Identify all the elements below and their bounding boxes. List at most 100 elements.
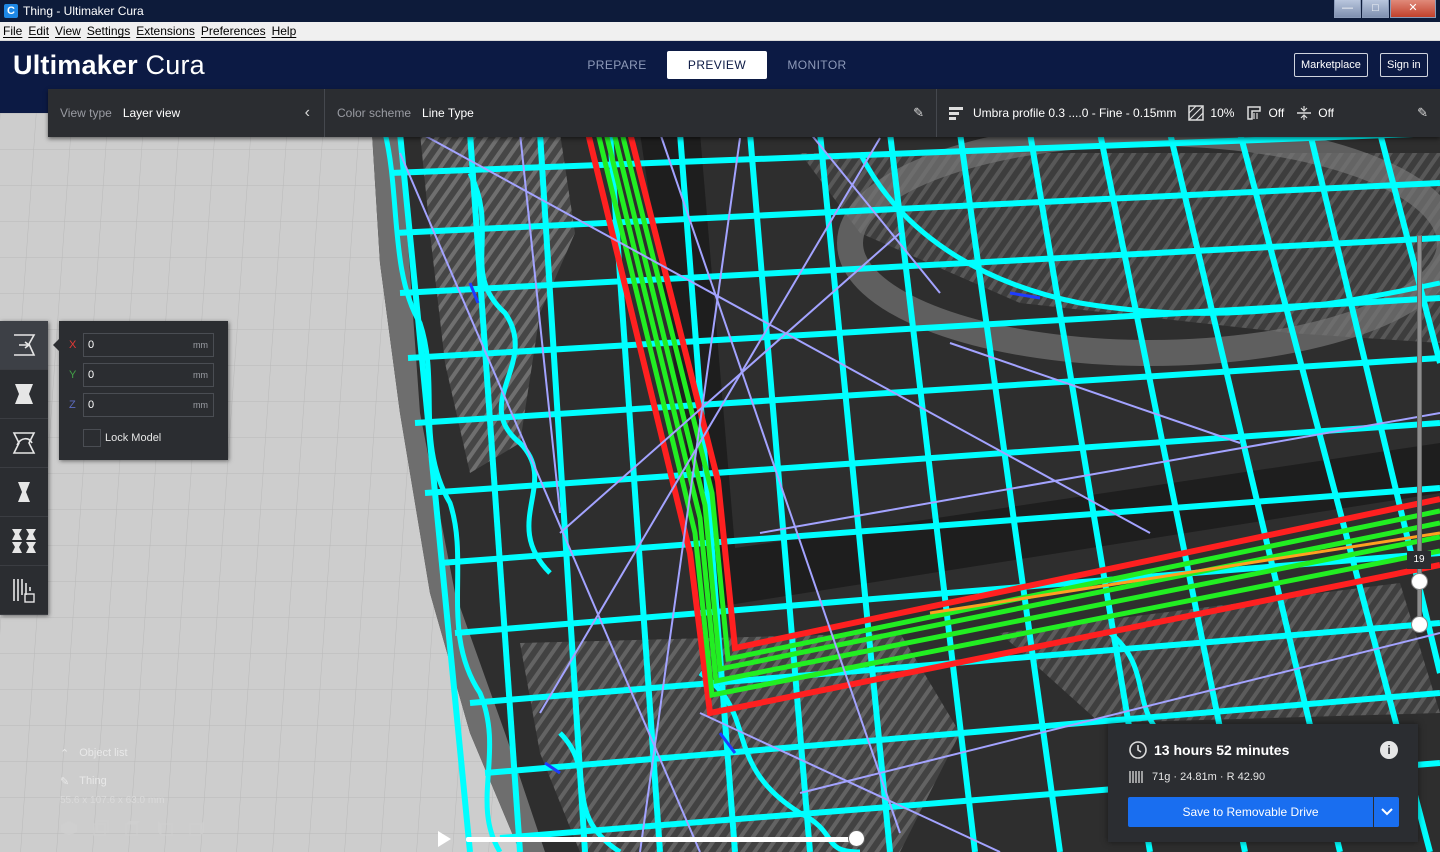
support-icon <box>1247 106 1262 120</box>
scale-tool-button[interactable] <box>0 370 48 419</box>
move-tool-button[interactable] <box>0 321 48 370</box>
mirror-tool-button[interactable] <box>0 468 48 517</box>
y-axis-label: Y <box>69 369 77 381</box>
x-position-input[interactable]: 0 mm <box>83 333 214 357</box>
tab-prepare[interactable]: PREPARE <box>567 51 667 79</box>
layer-slider[interactable]: 19 <box>1407 235 1431 635</box>
x-unit: mm <box>193 340 208 350</box>
back-chevron-icon[interactable]: ‹ <box>305 104 310 122</box>
tab-monitor[interactable]: MONITOR <box>767 51 867 79</box>
chevron-up-icon: ⌃ <box>60 747 70 760</box>
tab-preview[interactable]: PREVIEW <box>667 51 767 79</box>
current-layer-number[interactable]: 19 <box>1407 551 1431 569</box>
top-view-icon[interactable] <box>124 820 142 836</box>
layer-slider-lower-handle[interactable] <box>1411 616 1428 633</box>
z-position-input[interactable]: 0 mm <box>83 393 214 417</box>
path-playback <box>438 829 868 849</box>
save-to-removable-drive-button[interactable]: Save to Removable Drive <box>1128 797 1373 827</box>
support-blocker-icon <box>13 579 35 603</box>
color-scheme-selector[interactable]: Color scheme Line Type ✎ <box>325 89 937 137</box>
pencil-icon: ✎ <box>60 775 70 788</box>
y-value: 0 <box>88 369 95 381</box>
path-slider-handle[interactable] <box>848 830 865 847</box>
menu-edit[interactable]: Edit <box>25 24 52 38</box>
x-axis-row: X 0 mm <box>69 333 214 357</box>
brand-bold: Ultimaker <box>13 50 138 80</box>
view-options-bar: View type Layer view ‹ Color scheme Line… <box>48 89 1440 137</box>
filament-icon <box>1129 771 1143 783</box>
front-view-icon[interactable] <box>92 820 110 836</box>
z-axis-label: Z <box>69 399 76 411</box>
x-axis-label: X <box>69 339 77 351</box>
minimize-button[interactable]: — <box>1334 0 1361 18</box>
menu-preferences[interactable]: Preferences <box>198 24 269 38</box>
adhesion-icon <box>1297 106 1312 120</box>
z-value: 0 <box>88 399 95 411</box>
brand-logo: Ultimaker Cura <box>13 50 205 81</box>
z-unit: mm <box>193 400 208 410</box>
close-button[interactable]: ✕ <box>1390 0 1436 18</box>
pencil-icon[interactable]: ✎ <box>913 105 924 121</box>
rotate-tool-button[interactable] <box>0 419 48 468</box>
menu-file[interactable]: File <box>0 24 25 38</box>
path-slider-track[interactable] <box>466 837 861 842</box>
info-icon[interactable]: i <box>1380 741 1398 759</box>
object-list-title: Object list <box>79 747 128 759</box>
y-axis-row: Y 0 mm <box>69 363 214 387</box>
per-model-settings-icon <box>12 529 36 553</box>
y-position-input[interactable]: 0 mm <box>83 363 214 387</box>
3d-view-icon[interactable] <box>60 820 78 836</box>
brand-light: Cura <box>137 50 205 80</box>
adhesion-value: Off <box>1318 106 1335 120</box>
lock-model-checkbox[interactable] <box>83 429 101 447</box>
lock-model-row: Lock Model <box>83 429 161 447</box>
pencil-icon[interactable]: ✎ <box>1417 105 1428 121</box>
object-dimensions: 55.6 x 107.6 x 63.0 mm <box>60 795 165 806</box>
y-unit: mm <box>193 370 208 380</box>
object-name: Thing <box>79 775 107 787</box>
window-title: Thing - Ultimaker Cura <box>23 4 144 18</box>
print-settings-selector[interactable]: Umbra profile 0.3 ....0 - Fine - 0.15mm … <box>937 89 1440 137</box>
right-view-icon[interactable] <box>188 820 206 836</box>
move-tool-icon <box>14 334 36 356</box>
support-blocker-button[interactable] <box>0 566 48 615</box>
window-titlebar: C Thing - Ultimaker Cura — □ ✕ <box>0 0 1440 22</box>
layer-slider-upper-handle[interactable] <box>1411 573 1428 590</box>
profile-name: Umbra profile 0.3 ....0 - Fine - 0.15mm <box>973 106 1177 120</box>
left-view-icon[interactable] <box>156 820 174 836</box>
infill-icon <box>1188 105 1205 121</box>
rotate-tool-icon <box>12 432 36 454</box>
tool-palette <box>0 321 48 615</box>
sign-in-button[interactable]: Sign in <box>1380 53 1428 77</box>
z-axis-row: Z 0 mm <box>69 393 214 417</box>
view-type-value: Layer view <box>122 106 181 120</box>
x-value: 0 <box>88 339 95 351</box>
menu-extensions[interactable]: Extensions <box>133 24 198 38</box>
view-orientation-buttons <box>60 820 206 836</box>
app-icon: C <box>4 4 18 18</box>
profile-icon <box>949 107 963 120</box>
material-estimate: 71g · 24.81m · R 42.90 <box>1128 770 1265 784</box>
view-type-selector[interactable]: View type Layer view ‹ <box>48 89 325 137</box>
menu-bar: File Edit View Settings Extensions Prefe… <box>0 22 1440 41</box>
output-device-dropdown[interactable] <box>1374 797 1399 827</box>
scale-tool-icon <box>15 384 33 404</box>
object-list-item[interactable]: ✎ Thing <box>60 771 206 791</box>
material-estimate-value: 71g · 24.81m · R 42.90 <box>1152 771 1266 783</box>
menu-help[interactable]: Help <box>269 24 300 38</box>
per-model-settings-button[interactable] <box>0 517 48 566</box>
chevron-down-icon <box>1380 808 1393 816</box>
menu-view[interactable]: View <box>52 24 84 38</box>
view-type-label: View type <box>60 106 112 120</box>
marketplace-button[interactable]: Marketplace <box>1294 53 1368 77</box>
object-list: ⌃ Object list ✎ Thing 55.6 x 107.6 x 63.… <box>60 743 206 836</box>
object-list-toggle[interactable]: ⌃ Object list <box>60 743 206 763</box>
color-scheme-value: Line Type <box>422 106 474 120</box>
cura-window: { "window": {"icon_letter": "C", "title"… <box>0 0 1440 852</box>
play-icon[interactable] <box>438 831 451 847</box>
maximize-button[interactable]: □ <box>1362 0 1389 18</box>
mirror-tool-icon <box>18 482 30 502</box>
move-tool-panel: X 0 mm Y 0 mm Z 0 mm Lock Model <box>53 321 228 460</box>
print-info-panel: 13 hours 52 minutes i 71g · 24.81m · R 4… <box>1108 724 1418 842</box>
menu-settings[interactable]: Settings <box>84 24 133 38</box>
